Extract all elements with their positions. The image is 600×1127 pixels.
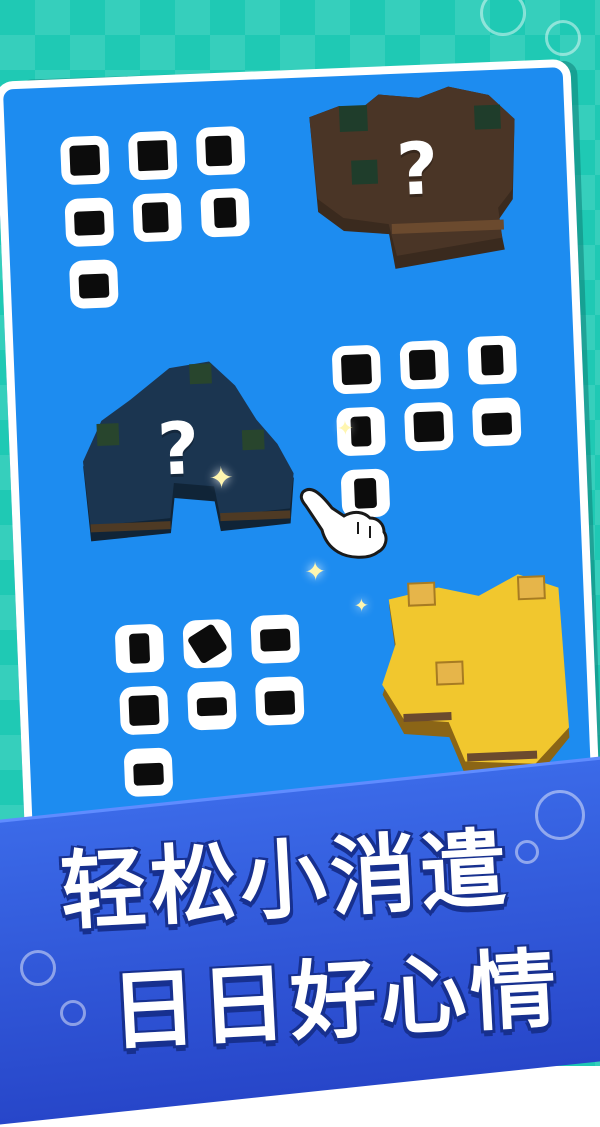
piece-slot[interactable] bbox=[132, 192, 183, 243]
piece-silhouette bbox=[141, 202, 169, 234]
bubble-decoration bbox=[545, 20, 581, 56]
sparkle-icon: ✦ bbox=[208, 460, 235, 497]
piece-silhouette bbox=[69, 144, 101, 176]
piece-slot[interactable] bbox=[403, 401, 454, 452]
piece-silhouette bbox=[128, 694, 160, 726]
piece-slot[interactable] bbox=[467, 335, 518, 386]
piece-slot[interactable] bbox=[68, 259, 119, 309]
piece-slot[interactable] bbox=[250, 614, 301, 665]
piece-silhouette bbox=[137, 139, 169, 172]
piece-silhouette bbox=[186, 623, 229, 665]
piece-silhouette bbox=[205, 135, 233, 167]
piece-silhouette bbox=[196, 697, 228, 717]
hidden-puzzle-mark: ? bbox=[394, 126, 440, 212]
piece-slot[interactable] bbox=[195, 125, 246, 176]
hidden-puzzle-mark: ? bbox=[155, 405, 201, 492]
piece-silhouette bbox=[340, 353, 373, 386]
bubble-decoration bbox=[60, 1000, 86, 1026]
piece-silhouette bbox=[128, 633, 151, 664]
bubble-decoration bbox=[535, 790, 585, 840]
piece-slot[interactable] bbox=[200, 187, 251, 238]
piece-silhouette bbox=[480, 344, 504, 376]
piece-silhouette bbox=[213, 197, 237, 229]
piece-slot[interactable] bbox=[182, 618, 233, 669]
piece-slot[interactable] bbox=[331, 344, 382, 395]
piece-slot[interactable] bbox=[119, 685, 169, 736]
piece-slot[interactable] bbox=[254, 675, 305, 726]
piece-slot[interactable] bbox=[123, 747, 174, 798]
hand-pointer-icon bbox=[299, 487, 388, 559]
bubble-decoration bbox=[20, 950, 56, 986]
piece-slot[interactable] bbox=[399, 339, 450, 390]
piece-silhouette bbox=[264, 690, 296, 716]
piece-silhouette bbox=[133, 762, 165, 786]
yellow-desert-island[interactable] bbox=[368, 567, 577, 795]
piece-slot[interactable] bbox=[59, 135, 110, 186]
piece-silhouette bbox=[408, 349, 436, 381]
sparkle-icon: ✦ bbox=[353, 595, 370, 617]
piece-silhouette bbox=[413, 411, 445, 443]
slogan-line-2: 日日好心情 bbox=[108, 939, 563, 1063]
piece-slot[interactable] bbox=[64, 197, 115, 248]
piece-silhouette bbox=[73, 210, 105, 236]
piece-silhouette bbox=[481, 412, 513, 436]
piece-slot[interactable] bbox=[471, 397, 522, 447]
piece-slot[interactable] bbox=[127, 130, 178, 181]
puzzle-board: ? ? ✦ ✦ ✦ ✦ bbox=[0, 58, 600, 858]
piece-silhouette bbox=[259, 628, 291, 652]
sparkle-icon: ✦ bbox=[336, 415, 355, 441]
piece-slot[interactable] bbox=[114, 623, 165, 674]
bubble-decoration bbox=[515, 840, 539, 864]
piece-silhouette bbox=[78, 273, 110, 299]
piece-slot[interactable] bbox=[186, 680, 237, 731]
